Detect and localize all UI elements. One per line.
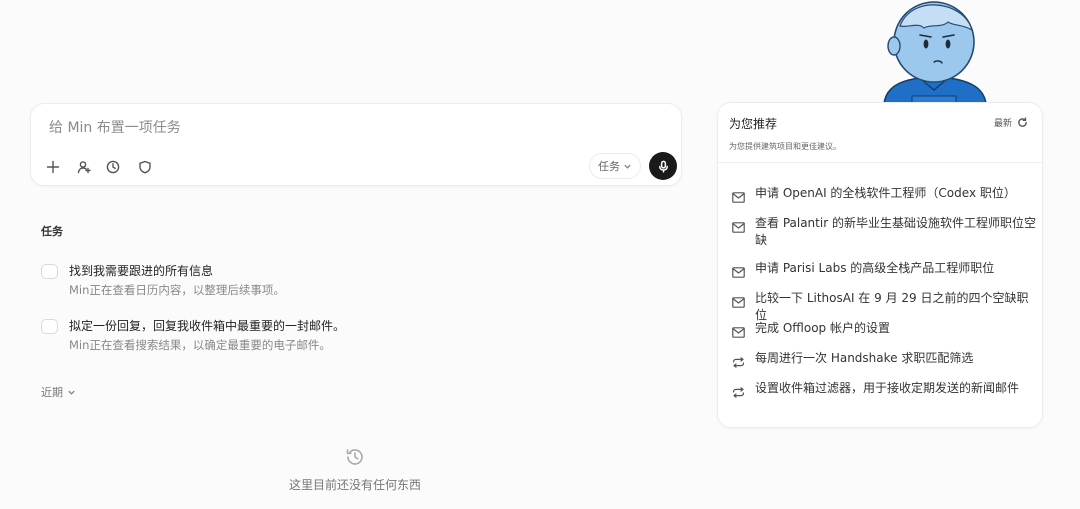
recommendation-text: 比较一下 LithosAI 在 9 月 29 日之前的四个空缺职位: [755, 291, 1029, 322]
task-checkbox[interactable]: [41, 319, 58, 334]
refresh-label: 最新: [993, 119, 1012, 129]
refresh-icon: [1018, 117, 1027, 127]
recent-label: 近期: [41, 386, 63, 399]
recent-toggle[interactable]: 近期: [41, 384, 76, 400]
recommendations-panel: 为您推荐 为您提供建筑项目和更佳建议。 最新 申请 OpenAI 的全栈软件工程…: [717, 102, 1043, 428]
recommendations-subtitle: 为您提供建筑项目和更佳建议。: [729, 142, 841, 151]
task-composer: 任务: [30, 103, 682, 186]
mail-icon: [732, 263, 745, 278]
history-icon: [344, 446, 366, 468]
refresh-button[interactable]: 最新: [994, 116, 1028, 129]
microphone-icon: [658, 160, 668, 173]
task-checkbox[interactable]: [41, 264, 58, 279]
repeat-icon: [732, 383, 745, 398]
mode-select[interactable]: 任务: [589, 153, 641, 179]
mail-icon: [732, 218, 745, 233]
recommendation-text: 每周进行一次 Handshake 求职匹配筛选: [755, 351, 974, 365]
add-person-icon[interactable]: [73, 156, 95, 178]
recommendations-title: 为您推荐: [729, 117, 778, 131]
mail-icon: [732, 188, 745, 203]
recommendation-text: 申请 OpenAI 的全栈软件工程师（Codex 职位）: [755, 186, 1016, 200]
task-status: Min正在查看搜索结果，以确定最重要的电子邮件。: [69, 338, 331, 352]
mode-select-label: 任务: [598, 160, 620, 173]
mic-button[interactable]: [649, 152, 677, 180]
task-status: Min正在查看日历内容，以整理后续事项。: [69, 283, 285, 297]
recommendation-text: 查看 Palantir 的新毕业生基础设施软件工程师职位空缺: [755, 216, 1036, 247]
mail-icon: [732, 323, 745, 338]
recommendation-text: 申请 Parisi Labs 的高级全栈产品工程师职位: [755, 261, 995, 275]
recommendation-text: 完成 Offloop 帐户的设置: [755, 321, 890, 335]
plus-icon[interactable]: [42, 156, 64, 178]
empty-state-text: 这里目前还没有任何东西: [288, 478, 421, 492]
mascot-illustration: [862, 0, 1007, 105]
divider: [718, 162, 1042, 163]
chevron-down-icon: [624, 164, 631, 169]
task-input[interactable]: [49, 117, 609, 139]
repeat-icon: [732, 353, 745, 368]
shield-icon[interactable]: [134, 156, 156, 178]
recommendation-text: 设置收件箱过滤器，用于接收定期发送的新闻邮件: [755, 381, 1020, 395]
chevron-down-icon: [68, 390, 75, 395]
task-title: 拟定一份回复，回复我收件箱中最重要的一封邮件。: [69, 319, 346, 333]
tasks-section-title: 任务: [41, 225, 63, 238]
clock-icon[interactable]: [102, 156, 124, 178]
task-title: 找到我需要跟进的所有信息: [69, 264, 214, 278]
mail-icon: [732, 293, 745, 308]
